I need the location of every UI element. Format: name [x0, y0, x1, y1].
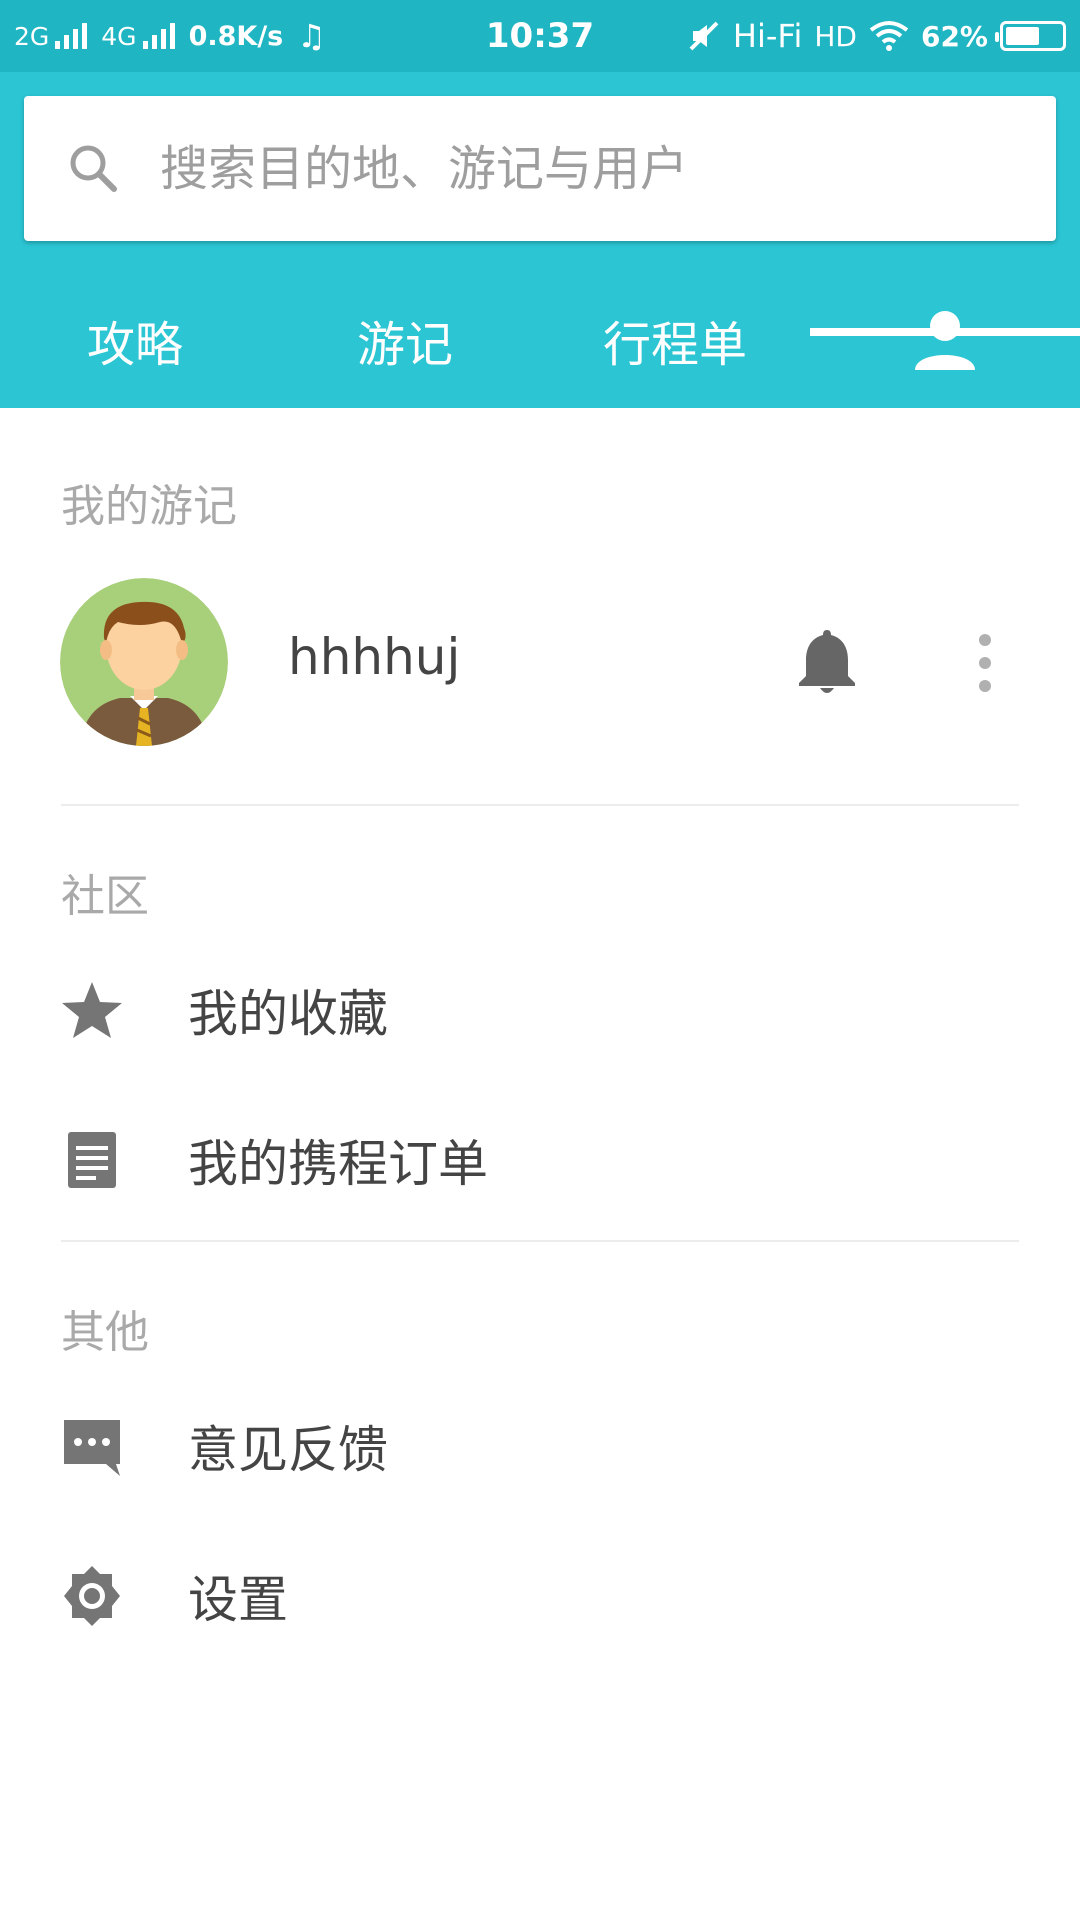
search-input[interactable] [158, 139, 962, 198]
avatar-image [60, 578, 228, 746]
menu-label-favorites: 我的收藏 [188, 985, 388, 1043]
profile-row[interactable]: hhhhuj [0, 570, 1080, 750]
menu-item-settings[interactable]: 设置 [0, 1520, 1080, 1660]
search-bar[interactable] [24, 96, 1056, 241]
tab-guides[interactable]: 攻略 [0, 272, 270, 408]
status-right: Hi-Fi HD 62% [687, 0, 1066, 72]
battery-percent: 62% [920, 19, 988, 53]
hifi-label: Hi-Fi [732, 17, 803, 55]
star-icon [62, 982, 122, 1038]
tab-bar: 攻略 游记 行程单 [0, 272, 1080, 408]
status-bar: 2G 4G 0.8K/s ♫ 10:37 Hi-Fi HD 62% [0, 0, 1080, 72]
header: 攻略 游记 行程单 [0, 72, 1080, 408]
section-title-community: 社区 [61, 871, 149, 922]
avatar[interactable] [60, 578, 228, 746]
gear-icon [64, 1566, 120, 1626]
username: hhhhuj [288, 628, 461, 686]
section-title-my-notes: 我的游记 [61, 481, 237, 532]
menu-item-feedback[interactable]: 意见反馈 [0, 1370, 1080, 1510]
menu-item-favorites[interactable]: 我的收藏 [0, 934, 1080, 1074]
menu-item-orders[interactable]: 我的携程订单 [0, 1084, 1080, 1224]
divider [61, 1240, 1019, 1242]
menu-label-feedback: 意见反馈 [188, 1421, 388, 1479]
feedback-icon [64, 1420, 120, 1476]
wifi-icon [869, 21, 909, 51]
document-icon [68, 1132, 116, 1188]
menu-label-settings: 设置 [188, 1571, 288, 1629]
hd-label: HD [814, 19, 857, 53]
person-icon [915, 311, 975, 370]
search-icon [70, 145, 117, 192]
tab-profile[interactable] [810, 272, 1080, 408]
more-options-icon[interactable] [970, 630, 1000, 696]
tab-indicator [810, 328, 1080, 336]
mute-icon [689, 21, 719, 51]
menu-label-orders: 我的携程订单 [188, 1135, 488, 1193]
battery-icon [995, 21, 1066, 51]
tab-itinerary[interactable]: 行程单 [540, 272, 810, 408]
bell-icon[interactable] [796, 628, 858, 694]
divider [61, 804, 1019, 806]
section-title-other: 其他 [61, 1307, 149, 1358]
tab-travel-notes[interactable]: 游记 [270, 272, 540, 408]
